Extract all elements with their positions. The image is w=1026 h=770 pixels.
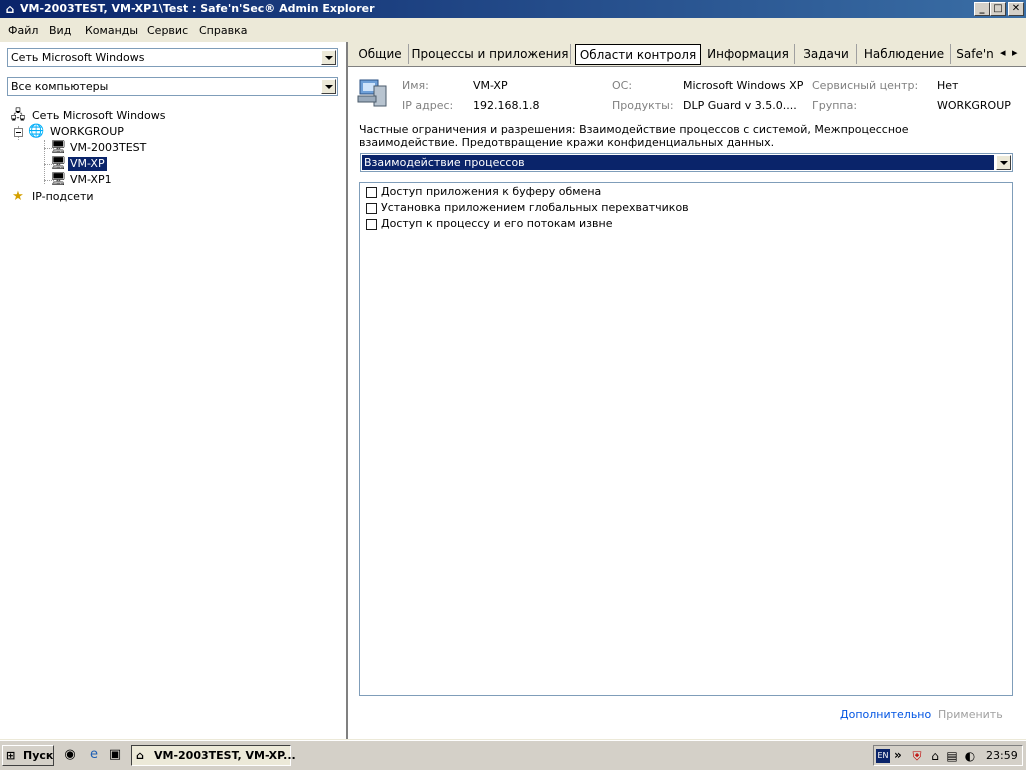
maximize-button[interactable]: □ bbox=[990, 2, 1006, 16]
products-label: Продукты: bbox=[612, 99, 674, 112]
speaker-icon[interactable]: ◐ bbox=[962, 748, 978, 764]
show-desktop-icon[interactable]: ▣ bbox=[107, 747, 123, 763]
title-bar: ⌂ VM-2003TEST, VM-XP1\Test : Safe'n'Sec®… bbox=[0, 0, 1026, 18]
tree-line bbox=[44, 140, 45, 184]
service-center-value: Нет bbox=[937, 79, 959, 92]
tree-item-network[interactable]: 🖧 Сеть Microsoft Windows bbox=[10, 108, 210, 124]
network-combo[interactable]: Сеть Microsoft Windows bbox=[7, 48, 338, 67]
products-value: DLP Guard v 3.5.0.... bbox=[683, 99, 797, 112]
tree-item-label: WORKGROUP bbox=[50, 125, 124, 138]
window-title: VM-2003TEST, VM-XP1\Test : Safe'n'Sec® A… bbox=[20, 2, 375, 15]
tree-item-label: VM-XP bbox=[68, 157, 107, 171]
star-icon: ★ bbox=[12, 189, 24, 204]
name-label: Имя: bbox=[402, 79, 429, 92]
os-label: ОС: bbox=[612, 79, 633, 92]
group-value: WORKGROUP bbox=[937, 99, 1011, 112]
tree-item-label: VM-2003TEST bbox=[70, 141, 147, 154]
windows-logo-icon: ⊞ bbox=[6, 749, 16, 762]
menu-file[interactable]: Файл bbox=[8, 24, 38, 38]
language-indicator[interactable]: EN bbox=[876, 749, 890, 763]
computers-combo-value: Все компьютеры bbox=[11, 80, 109, 93]
service-center-label: Сервисный центр: bbox=[812, 79, 919, 92]
ip-label: IP адрес: bbox=[402, 99, 454, 112]
network-icon: ⌂ bbox=[136, 749, 144, 762]
tree-item-workgroup[interactable]: 🌐 WORKGROUP bbox=[28, 124, 228, 140]
ip-value: 192.168.1.8 bbox=[473, 99, 540, 112]
tab-safensec[interactable]: Safe'n bbox=[952, 44, 998, 64]
tab-general[interactable]: Общие bbox=[352, 44, 409, 64]
category-select-value: Взаимодействие процессов bbox=[362, 155, 994, 170]
tab-control-areas[interactable]: Области контроля bbox=[575, 44, 701, 65]
shield-icon[interactable]: ⛨ bbox=[909, 748, 925, 764]
tray-expand-icon[interactable]: » bbox=[894, 748, 902, 762]
right-pane: Общие Процессы и приложения Области конт… bbox=[348, 42, 1026, 739]
network-icon[interactable]: ⌂ bbox=[927, 748, 943, 764]
apply-link[interactable]: Применить bbox=[938, 708, 1003, 722]
menu-commands[interactable]: Команды bbox=[85, 24, 138, 38]
computer-icon: 🖥 bbox=[50, 156, 67, 171]
globe-icon: 🌐 bbox=[28, 124, 45, 139]
checkbox[interactable] bbox=[366, 187, 377, 198]
category-select[interactable]: Взаимодействие процессов bbox=[360, 153, 1013, 172]
description-text: Частные ограничения и разрешения: Взаимо… bbox=[359, 123, 909, 149]
checkbox-label: Доступ приложения к буферу обмена bbox=[381, 185, 602, 198]
tab-strip: Общие Процессы и приложения Области конт… bbox=[348, 42, 1026, 67]
system-tray: EN » ⛨ ⌂ ▤ ◐ 23:59 bbox=[873, 745, 1023, 766]
collapse-toggle[interactable] bbox=[14, 128, 23, 137]
monitor-icon[interactable]: ▤ bbox=[944, 748, 960, 764]
taskbar-window-label: VM-2003TEST, VM-XP... bbox=[154, 749, 296, 762]
tab-processes[interactable]: Процессы и приложения bbox=[410, 44, 571, 64]
more-link[interactable]: Дополнительно bbox=[840, 708, 931, 722]
computer-icon: 🖥 bbox=[50, 172, 67, 187]
tree-item-computer[interactable]: 🖥 VM-2003TEST bbox=[50, 140, 200, 156]
computer-icon bbox=[357, 79, 387, 107]
taskbar: ⊞ Пуск ◉ e ▣ ⌂ VM-2003TEST, VM-XP... EN … bbox=[0, 740, 1026, 770]
os-value: Microsoft Windows XP bbox=[683, 79, 804, 92]
network-combo-value: Сеть Microsoft Windows bbox=[11, 51, 145, 64]
menu-view[interactable]: Вид bbox=[49, 24, 71, 38]
menu-bar: Файл Вид Команды Сервис Справка bbox=[0, 21, 1026, 41]
start-button[interactable]: ⊞ Пуск bbox=[2, 745, 54, 766]
media-player-icon[interactable]: ◉ bbox=[62, 747, 78, 763]
name-value: VM-XP bbox=[473, 79, 508, 92]
permissions-list: Доступ приложения к буферу обмена Устано… bbox=[359, 182, 1013, 696]
checkbox[interactable] bbox=[366, 219, 377, 230]
menu-service[interactable]: Сервис bbox=[147, 24, 188, 38]
left-pane: Сеть Microsoft Windows Все компьютеры 🖧 … bbox=[0, 42, 346, 739]
tree-item-computer[interactable]: 🖥 VM-XP1 bbox=[50, 172, 200, 188]
tree-item-computer-selected[interactable]: 🖥 VM-XP bbox=[50, 156, 200, 172]
chevron-down-icon[interactable] bbox=[996, 155, 1011, 170]
start-label: Пуск bbox=[23, 749, 54, 762]
minimize-button[interactable]: _ bbox=[974, 2, 990, 16]
computers-combo[interactable]: Все компьютеры bbox=[7, 77, 338, 96]
checkbox-label: Установка приложением глобальных перехва… bbox=[381, 201, 689, 214]
tree-item-label: Сеть Microsoft Windows bbox=[32, 109, 166, 122]
menu-help[interactable]: Справка bbox=[199, 24, 247, 38]
tab-tasks[interactable]: Задачи bbox=[796, 44, 857, 64]
chevron-down-icon[interactable] bbox=[321, 50, 336, 65]
checkbox-label: Доступ к процессу и его потокам извне bbox=[381, 217, 613, 230]
tab-information[interactable]: Информация bbox=[702, 44, 795, 64]
internet-explorer-icon[interactable]: e bbox=[86, 747, 102, 763]
tab-monitoring[interactable]: Наблюдение bbox=[858, 44, 951, 64]
computer-icon: 🖥 bbox=[50, 140, 67, 155]
tree-item-label: IP-подсети bbox=[32, 190, 94, 203]
taskbar-window-button[interactable]: ⌂ VM-2003TEST, VM-XP... bbox=[131, 745, 296, 766]
tree-item-subnets[interactable]: ★ IP-подсети bbox=[10, 189, 210, 205]
group-label: Группа: bbox=[812, 99, 858, 112]
tree-item-label: VM-XP1 bbox=[70, 173, 112, 186]
network-icon: ⌂ bbox=[5, 2, 15, 16]
close-button[interactable]: ✕ bbox=[1008, 2, 1024, 16]
chevron-left-icon[interactable]: ◂ bbox=[1000, 46, 1006, 60]
chevron-right-icon[interactable]: ▸ bbox=[1012, 46, 1018, 60]
checkbox[interactable] bbox=[366, 203, 377, 214]
network-icon: 🖧 bbox=[10, 108, 26, 123]
clock: 23:59 bbox=[986, 749, 1018, 762]
chevron-down-icon[interactable] bbox=[321, 79, 336, 94]
